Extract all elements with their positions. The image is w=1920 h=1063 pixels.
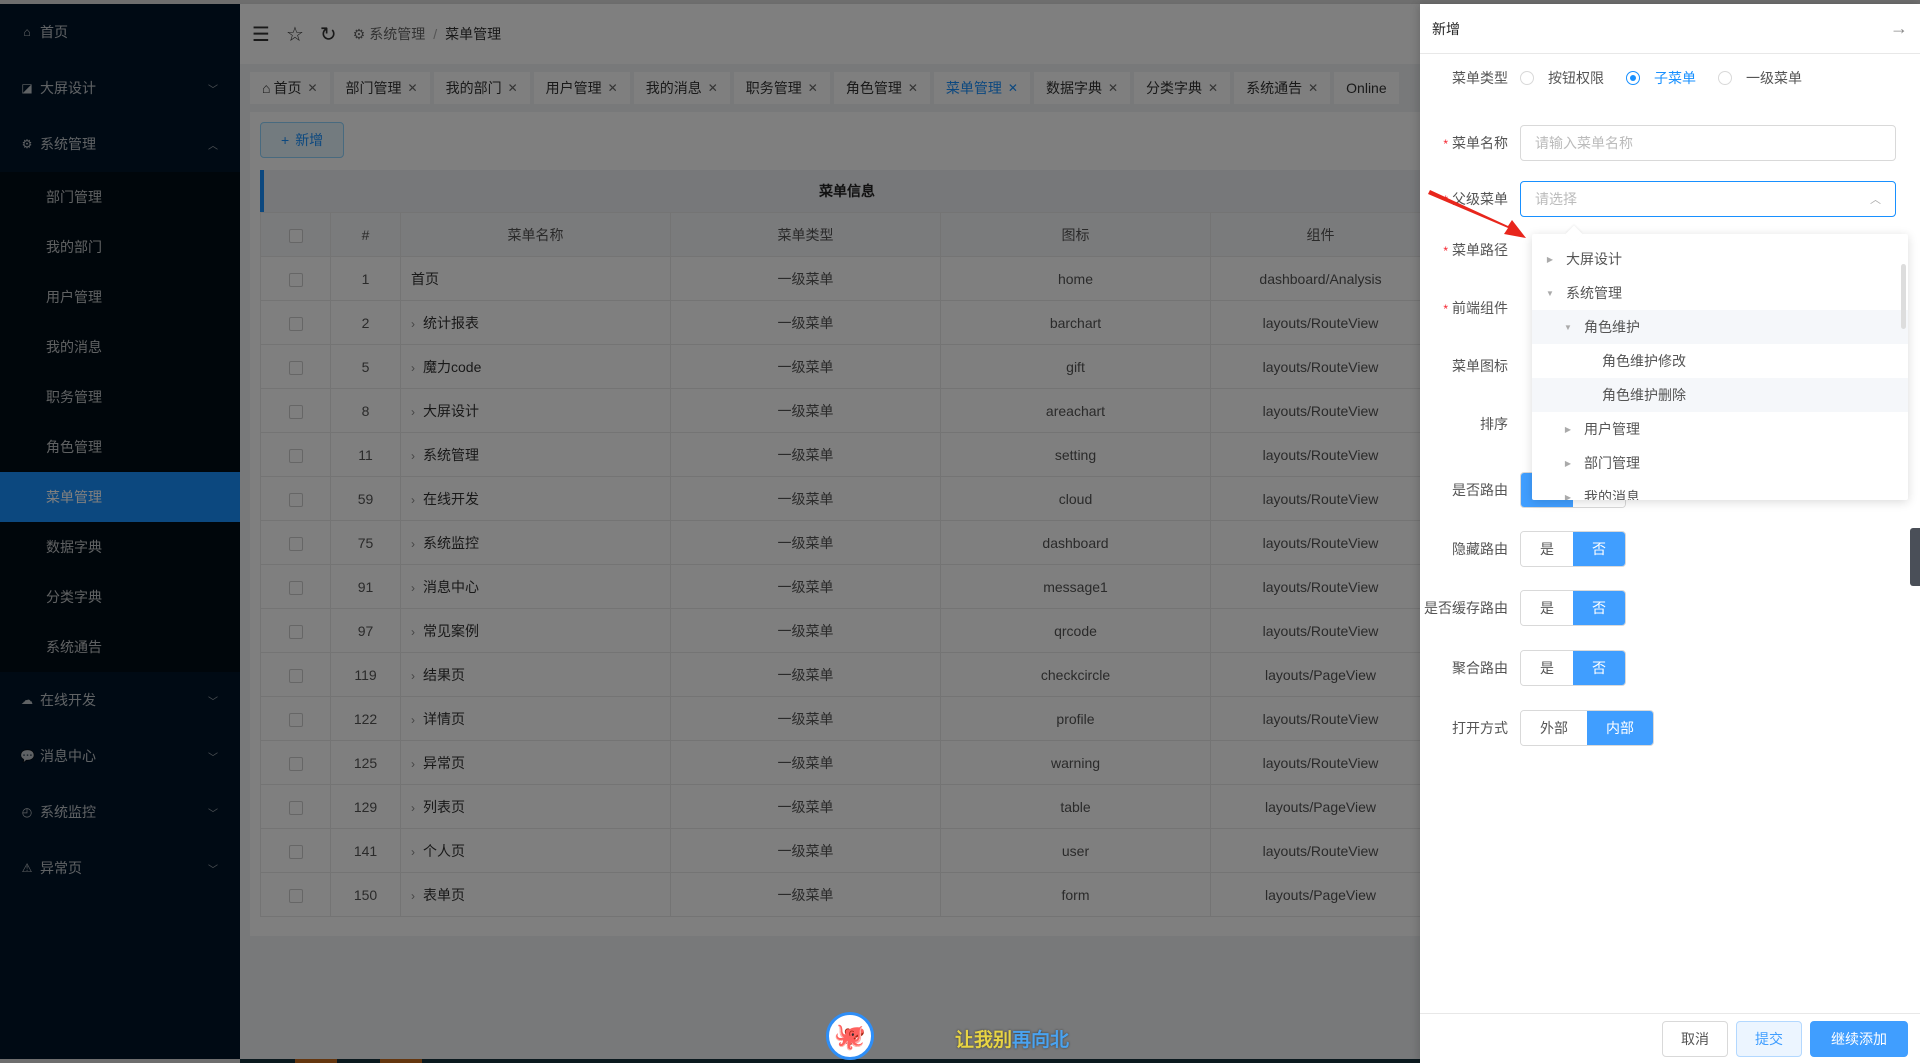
- tree-node[interactable]: ▶ 大屏设计: [1532, 242, 1908, 276]
- tree-node-label: 用户管理: [1584, 421, 1640, 437]
- caret-right-icon[interactable]: ▶: [1544, 255, 1556, 264]
- form-label: 排序: [1480, 416, 1508, 432]
- radio-circle: [1718, 71, 1732, 85]
- drawer-header: 新增 →: [1420, 4, 1920, 54]
- form-label: * 前端组件: [1420, 298, 1520, 318]
- toggle-yes[interactable]: 是: [1521, 651, 1573, 685]
- toggle-external[interactable]: 外部: [1521, 711, 1587, 745]
- cancel-button[interactable]: 取消: [1662, 1020, 1728, 1057]
- caret-right-icon[interactable]: ▶: [1562, 493, 1574, 501]
- tree-node[interactable]: ▼ 系统管理: [1532, 276, 1908, 310]
- radio-label: 一级菜单: [1746, 70, 1802, 86]
- annotation-arrow-icon: [1428, 190, 1526, 238]
- form-row-cache-route: 是否缓存路由 是 否: [1420, 590, 1920, 626]
- radio-circle: [1626, 71, 1640, 85]
- form-label: 聚合路由: [1452, 660, 1508, 676]
- close-arrow-icon[interactable]: →: [1890, 18, 1908, 39]
- form-label: 菜单类型: [1452, 70, 1508, 86]
- parent-menu-select[interactable]: 请选择 ︿: [1520, 181, 1896, 217]
- tree-node-label: 部门管理: [1584, 455, 1640, 471]
- radio-circle: [1520, 71, 1534, 85]
- caret-down-icon[interactable]: ▼: [1562, 323, 1574, 332]
- tree-node[interactable]: ▼ 角色维护: [1532, 310, 1908, 344]
- form-row-menu-type: 菜单类型 按钮权限 子菜单 一级菜单: [1420, 68, 1920, 88]
- form-label: 是否路由: [1452, 482, 1508, 498]
- radio-button-permission[interactable]: 按钮权限: [1520, 68, 1604, 88]
- form-row-open-mode: 打开方式 外部 内部: [1420, 710, 1920, 746]
- aggregate-route-toggle: 是 否: [1520, 650, 1626, 686]
- add-menu-drawer: 新增 → 菜单类型 按钮权限 子菜单 一级菜单 *菜单名称 *父级菜单 请选择︿…: [1420, 4, 1920, 1063]
- form-label: * 菜单名称: [1420, 133, 1520, 153]
- tree-node-label: 角色维护修改: [1602, 353, 1686, 369]
- radio-top-level-menu[interactable]: 一级菜单: [1718, 68, 1802, 88]
- chevron-up-icon: ︿: [1870, 194, 1881, 206]
- cache-route-toggle: 是 否: [1520, 590, 1626, 626]
- continue-add-button[interactable]: 继续添加: [1810, 1020, 1908, 1057]
- form-row-aggregate-route: 聚合路由 是 否: [1420, 650, 1920, 686]
- drawer-footer: 取消 提交 继续添加: [1420, 1013, 1920, 1063]
- tree-node[interactable]: ▶ 用户管理: [1532, 412, 1908, 446]
- tree-node[interactable]: 角色维护删除: [1532, 378, 1908, 412]
- tree-node-label: 系统管理: [1566, 285, 1622, 301]
- drawer-title: 新增: [1432, 20, 1460, 37]
- menu-name-input[interactable]: [1520, 125, 1896, 161]
- toggle-no[interactable]: 否: [1573, 591, 1625, 625]
- tree-node-label: 大屏设计: [1566, 251, 1622, 267]
- required-mark: *: [1443, 137, 1448, 151]
- radio-submenu[interactable]: 子菜单: [1626, 68, 1696, 88]
- open-mode-toggle: 外部 内部: [1520, 710, 1654, 746]
- submit-button[interactable]: 提交: [1736, 1020, 1802, 1057]
- tree-node[interactable]: ▶ 部门管理: [1532, 446, 1908, 480]
- parent-menu-tree-dropdown: ▶ 大屏设计 ▼ 系统管理 ▼ 角色维护角色维护修改 角色维护删除 ▶ 用户管理 ▶ 部门管理 ▶ 我的…: [1532, 234, 1908, 500]
- radio-label: 子菜单: [1654, 70, 1696, 86]
- select-placeholder: 请选择: [1535, 191, 1577, 207]
- form-label-text: 菜单名称: [1452, 135, 1508, 151]
- signature-part: 再向北: [1012, 1030, 1070, 1051]
- caret-right-icon[interactable]: ▶: [1562, 425, 1574, 434]
- tree-node[interactable]: ▶ 我的消息: [1532, 480, 1908, 500]
- toggle-yes[interactable]: 是: [1521, 532, 1573, 566]
- tree-node-label: 角色维护: [1584, 319, 1640, 335]
- tree-node-label: 角色维护删除: [1602, 387, 1686, 403]
- toggle-yes[interactable]: 是: [1521, 591, 1573, 625]
- form-label: 隐藏路由: [1452, 541, 1508, 557]
- toggle-internal[interactable]: 内部: [1587, 711, 1653, 745]
- caret-right-icon[interactable]: ▶: [1562, 459, 1574, 468]
- form-row-menu-name: * 菜单名称: [1420, 125, 1920, 161]
- side-widget-handle[interactable]: [1910, 528, 1920, 586]
- hidden-route-toggle: 是 否: [1520, 531, 1626, 567]
- required-mark: *: [1443, 302, 1448, 316]
- signature-part: 让我别: [955, 1030, 1013, 1051]
- tree-node[interactable]: 角色维护修改: [1532, 344, 1908, 378]
- form-label: 菜单图标: [1452, 358, 1508, 374]
- form-label: 是否缓存路由: [1424, 600, 1508, 616]
- scrollbar[interactable]: [1901, 264, 1906, 329]
- form-row-hidden-route: 隐藏路由 是 否: [1420, 531, 1920, 567]
- caret-down-icon[interactable]: ▼: [1544, 289, 1556, 298]
- toggle-no[interactable]: 否: [1573, 532, 1625, 566]
- radio-label: 按钮权限: [1548, 70, 1604, 86]
- menu-type-radio-group: 按钮权限 子菜单 一级菜单: [1520, 68, 1818, 88]
- toggle-no[interactable]: 否: [1573, 651, 1625, 685]
- avatar: 🐙: [826, 1012, 874, 1060]
- tree-node-label: 我的消息: [1584, 489, 1640, 500]
- form-label-text: 前端组件: [1452, 300, 1508, 316]
- form-label: 打开方式: [1452, 720, 1508, 736]
- signature-text: 让我别再向北: [955, 1025, 1069, 1052]
